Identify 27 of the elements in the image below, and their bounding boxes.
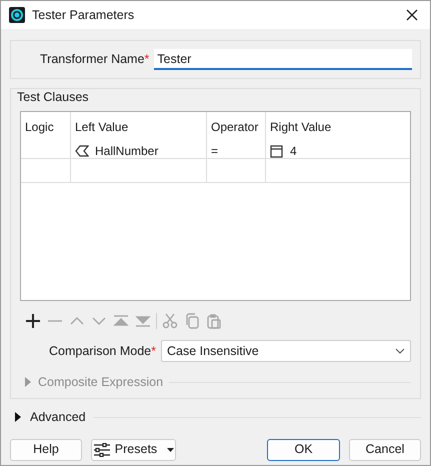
chevron-down-icon: [395, 348, 405, 354]
test-clauses-title: Test Clauses: [17, 89, 90, 106]
app-logo-icon: [9, 7, 25, 23]
close-icon[interactable]: [406, 9, 418, 21]
expand-triangle-icon[interactable]: [14, 412, 22, 422]
advanced-toggle[interactable]: Advanced: [30, 408, 86, 427]
transformer-name-field[interactable]: Tester: [154, 49, 412, 70]
column-header: Right Value: [270, 119, 332, 136]
column-header: Left Value: [75, 119, 130, 136]
ok-button[interactable]: OK: [267, 438, 340, 461]
add-icon[interactable]: [24, 312, 42, 330]
transformer-name-label: Transformer Name*: [40, 51, 150, 68]
cancel-button[interactable]: Cancel: [349, 438, 421, 461]
comparison-mode-label: Comparison Mode*: [49, 342, 156, 360]
help-button[interactable]: Help: [10, 438, 82, 461]
caret-icon: [167, 448, 174, 452]
table-cell-text: =: [211, 143, 220, 160]
value-icon: [270, 144, 283, 158]
presets-button[interactable]: Presets: [91, 438, 176, 461]
sliders-icon: [92, 442, 111, 457]
column-header: Operator: [211, 119, 260, 136]
table-cell-text: 4: [290, 143, 297, 160]
column-header: Logic: [25, 119, 55, 136]
attribute-icon: [75, 145, 89, 157]
table-cell-text: HallNumber: [95, 143, 158, 160]
window-title: Tester Parameters: [32, 6, 134, 24]
comparison-mode-dropdown[interactable]: Case Insensitive: [161, 340, 411, 362]
